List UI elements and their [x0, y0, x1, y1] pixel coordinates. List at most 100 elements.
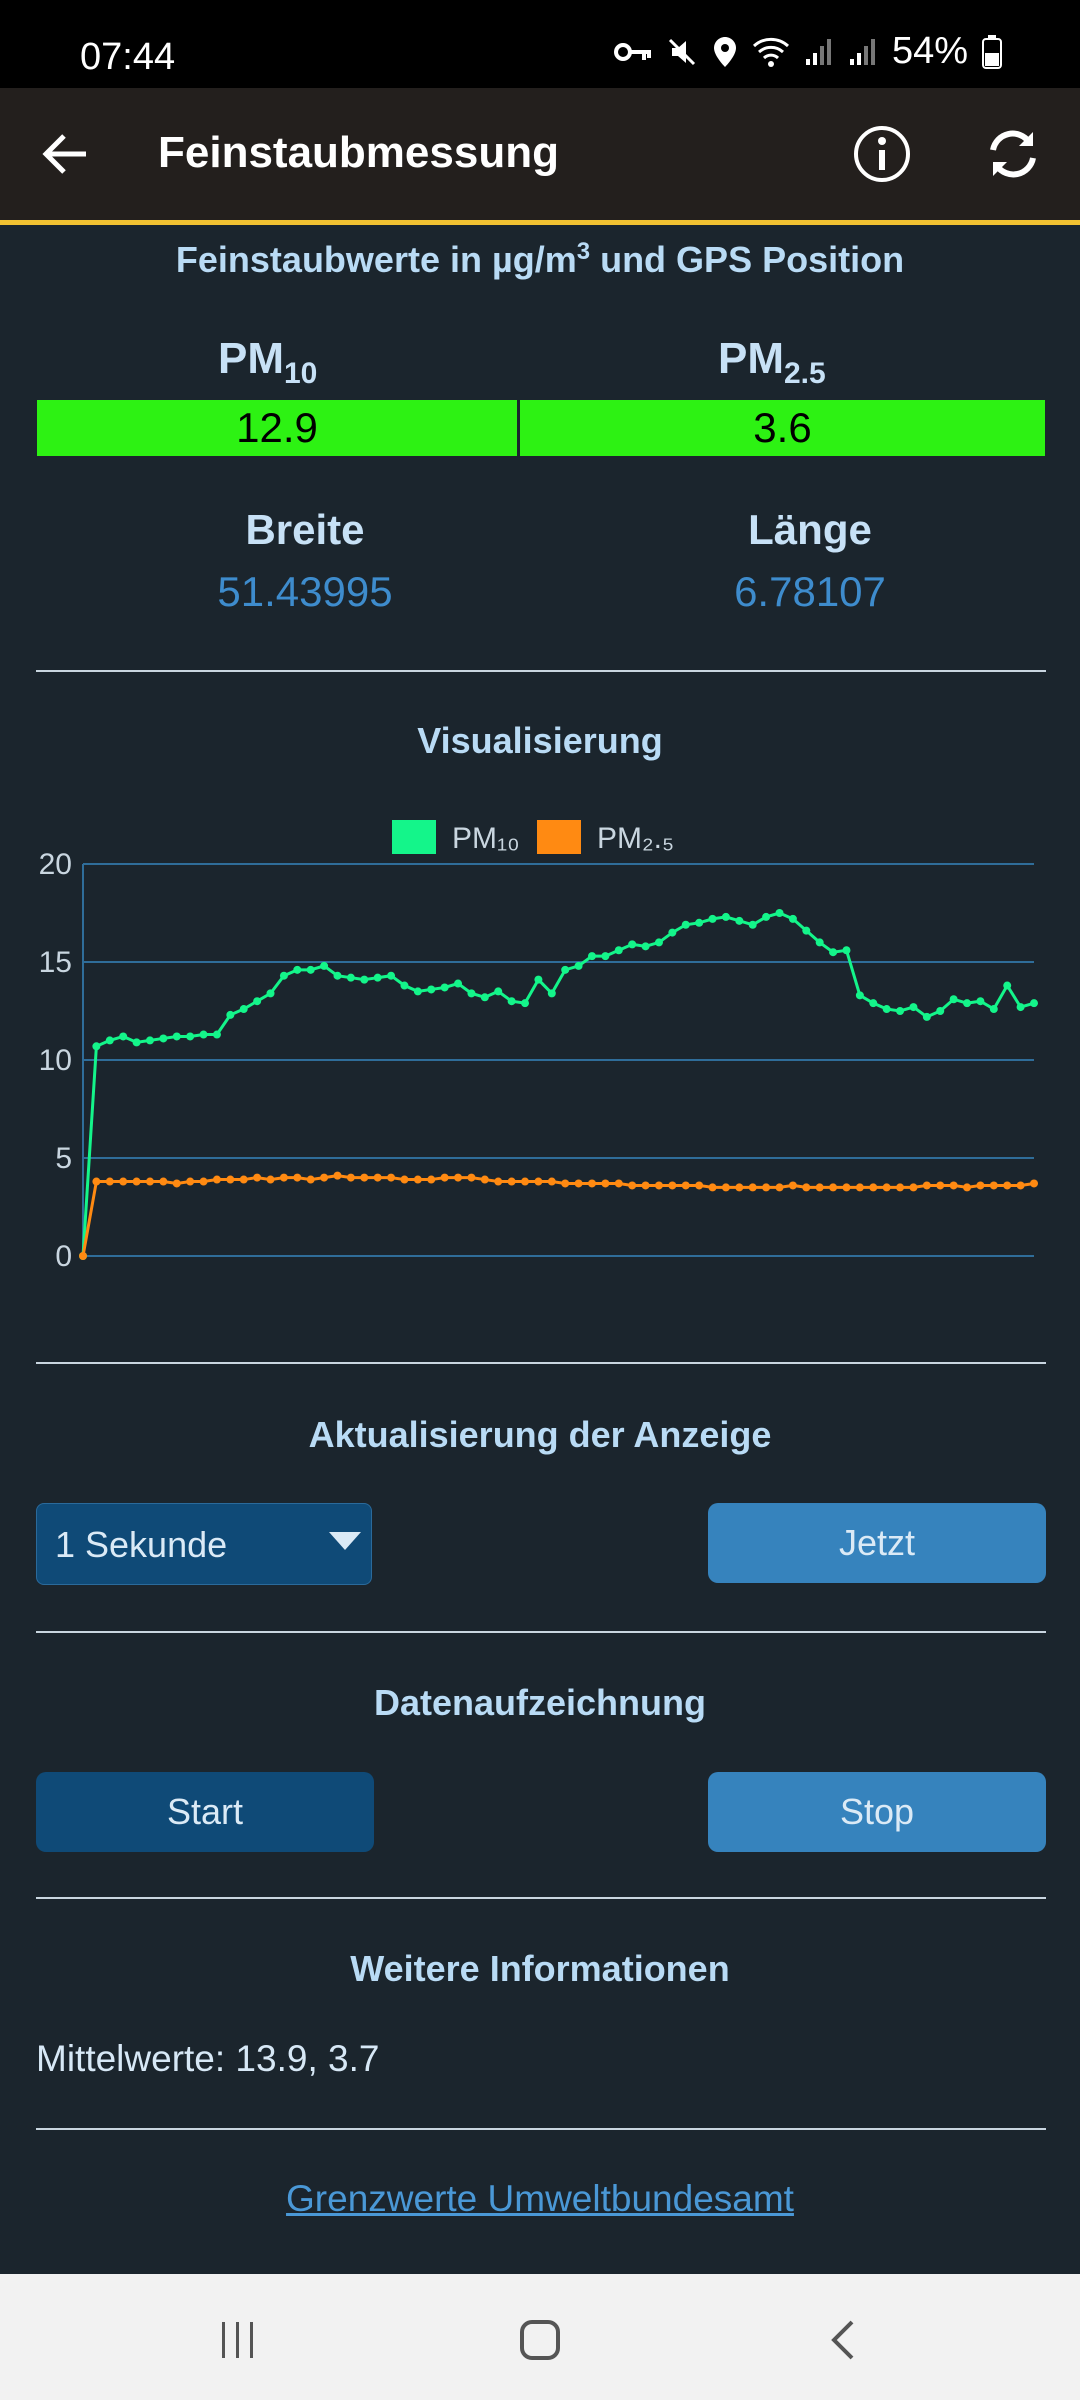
chart-data-point — [212, 1030, 221, 1039]
signal-icon — [805, 38, 831, 65]
chart-data-point — [882, 1183, 891, 1192]
chart-data-point — [1016, 1181, 1025, 1190]
chart-data-point — [561, 965, 570, 974]
legend-label: PM₂.₅ — [597, 822, 674, 855]
chart-data-point — [815, 1183, 824, 1192]
chart-data-point — [172, 1179, 181, 1188]
chart-data-point — [869, 1183, 878, 1192]
chart-data-point — [989, 1181, 998, 1190]
chart-data-point — [762, 912, 771, 921]
battery-icon — [982, 34, 1002, 69]
chart-data-point — [494, 987, 503, 996]
subtitle-text: Feinstaubwerte in µg/m — [175, 239, 577, 280]
chart-series-line — [81, 911, 1035, 1257]
chart-data-point — [614, 946, 623, 955]
chart-data-point — [333, 971, 342, 980]
vpn-key-icon — [613, 42, 651, 61]
chart-data-point — [842, 1183, 851, 1192]
chart-data-point — [614, 1179, 623, 1188]
chart-data-point — [119, 1032, 128, 1041]
info-icon[interactable] — [852, 124, 912, 184]
chart-data-point — [989, 1005, 998, 1014]
chart-data-point — [320, 961, 329, 970]
chart-data-point — [253, 1173, 262, 1182]
wifi-icon — [752, 37, 789, 67]
chart-data-point — [105, 1036, 114, 1045]
chart-data-point — [788, 914, 797, 923]
chart-data-point — [963, 1183, 972, 1192]
chart-data-point — [762, 1183, 771, 1192]
dropdown-arrow-icon — [329, 1532, 361, 1550]
back-arrow-icon[interactable] — [38, 126, 94, 182]
chart-y-tick-label: 0 — [55, 1240, 72, 1273]
battery-percent: 54% — [891, 30, 968, 72]
chart-data-point — [976, 997, 985, 1006]
subtitle-text-end: und GPS Position — [590, 239, 905, 280]
stop-recording-button[interactable]: Stop — [708, 1772, 1046, 1852]
update-interval-value: 1 Sekunde — [55, 1524, 228, 1565]
legend-swatch — [392, 820, 436, 854]
chart-data-point — [815, 938, 824, 947]
chart-data-point — [775, 909, 784, 917]
chart-data-point — [92, 1177, 101, 1186]
chart-data-point — [480, 993, 489, 1002]
chart-data-point — [266, 989, 275, 998]
chart-data-point — [145, 1036, 154, 1045]
back-nav-icon[interactable] — [826, 2318, 862, 2362]
legend-swatch — [537, 820, 581, 854]
chart-data-point — [1016, 1003, 1025, 1012]
pm10-label: PM10 — [218, 334, 317, 391]
divider — [36, 1897, 1046, 1899]
divider — [36, 1362, 1046, 1364]
chart-data-point — [534, 1177, 543, 1186]
chart-data-point — [440, 983, 449, 992]
start-recording-button[interactable]: Start — [36, 1772, 374, 1852]
chart-data-point — [400, 1175, 409, 1184]
chart-data-point — [842, 946, 851, 955]
refresh-icon[interactable] — [983, 124, 1043, 184]
latitude-value: 51.43995 — [217, 568, 393, 615]
chart-data-point — [253, 997, 262, 1006]
chart-data-point — [587, 1179, 596, 1188]
chart-data-point — [373, 973, 382, 982]
update-interval-select[interactable]: 1 Sekunde — [36, 1503, 372, 1585]
chart-data-point — [427, 985, 436, 994]
chart-data-point — [360, 1173, 369, 1182]
legend-label: PM₁₀ — [452, 822, 520, 855]
chart-data-point — [186, 1032, 195, 1041]
section-update-title: Aktualisierung der Anzeige — [308, 1414, 772, 1455]
pm10-value: 12.9 — [37, 400, 517, 456]
pm10-label-sub: 10 — [284, 356, 318, 390]
update-now-button[interactable]: Jetzt — [708, 1503, 1046, 1583]
chart-data-point — [239, 1175, 248, 1184]
chart-data-point — [145, 1177, 154, 1186]
chart-data-point — [92, 1042, 101, 1051]
mute-icon — [668, 38, 695, 65]
pm25-label-text: PM — [718, 334, 784, 383]
chart-data-point — [279, 1173, 288, 1182]
chart-data-point — [587, 952, 596, 961]
chart-data-point — [346, 1173, 355, 1182]
chart-data-point — [239, 1005, 248, 1014]
chart-data-point — [132, 1177, 141, 1186]
chart-data-point — [695, 1181, 704, 1190]
home-icon[interactable] — [518, 2318, 562, 2362]
chart-data-point — [909, 1183, 918, 1192]
chart-data-point — [199, 1030, 208, 1039]
chart-data-point — [1003, 981, 1012, 990]
pm25-label-sub: 2.5 — [784, 356, 826, 390]
chart-data-point — [547, 989, 556, 998]
chart-data-point — [775, 1183, 784, 1192]
limits-link[interactable]: Grenzwerte Umweltbundesamt — [0, 2178, 1080, 2220]
chart-data-point — [681, 1181, 690, 1190]
chart-series-line — [81, 1174, 1035, 1257]
chart-data-point — [855, 991, 864, 1000]
recent-apps-icon[interactable] — [218, 2320, 258, 2360]
chart-data-point — [346, 973, 355, 982]
chart-data-point — [507, 1177, 516, 1186]
chart-data-point — [654, 1181, 663, 1190]
divider — [36, 1631, 1046, 1633]
section-recording-title: Datenaufzeichnung — [373, 1682, 706, 1723]
chart-data-point — [79, 1252, 87, 1260]
chart-y-tick-label: 10 — [39, 1044, 72, 1077]
